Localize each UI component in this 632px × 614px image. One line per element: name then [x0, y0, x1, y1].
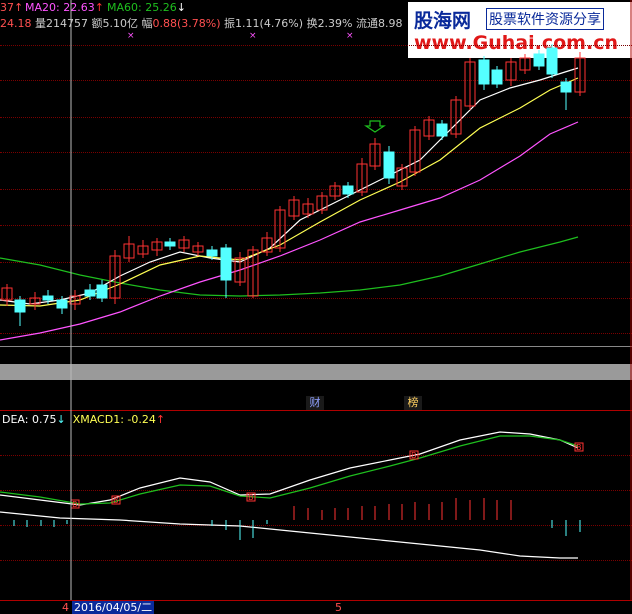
buy-signal-label: B	[576, 443, 582, 452]
month-label: 5	[335, 601, 342, 614]
mark-x: ×	[346, 31, 354, 41]
macd-indicator: B B B B B	[0, 431, 584, 559]
buy-signal-label: B	[411, 451, 417, 460]
buy-signal-label: B	[248, 493, 254, 502]
dea-path	[0, 435, 579, 505]
buy-signal-label: B	[113, 496, 119, 505]
candle-body	[491, 69, 503, 85]
candle-body	[84, 289, 96, 297]
candle-body	[164, 241, 176, 247]
candle-body	[383, 151, 395, 179]
candlesticks	[1, 44, 586, 326]
mark-x: ×	[249, 31, 257, 41]
candle-body	[546, 47, 558, 75]
chart-canvas: B B B B B × × ×	[0, 0, 632, 614]
ma60-path	[0, 236, 579, 297]
candle-body	[560, 81, 572, 93]
dif-path	[0, 431, 579, 506]
candle-body	[478, 59, 490, 85]
ma5-line	[0, 67, 579, 305]
xmacd-path	[0, 511, 578, 559]
ma60-line	[0, 236, 579, 297]
candle-body	[42, 295, 54, 301]
mark-x: ×	[127, 31, 135, 41]
candle-body	[436, 123, 448, 137]
candle-body	[206, 249, 218, 257]
arrow-down-icon	[364, 120, 386, 133]
stock-chart-window: { "header": { "lead": "37", "lead_arrow"…	[0, 0, 632, 614]
month-label: 4	[62, 601, 69, 614]
candle-body	[533, 53, 545, 67]
crosshair-date: 2016/04/05/二	[72, 601, 155, 614]
ma10-path	[0, 77, 579, 307]
candle-body	[220, 247, 232, 281]
candle-body	[96, 284, 108, 299]
buy-signal-label: B	[72, 500, 78, 509]
candle-body	[14, 299, 26, 313]
ma10-line	[0, 77, 579, 307]
ma5-path	[0, 67, 579, 305]
candle-body	[56, 299, 68, 309]
candle-body	[342, 185, 354, 195]
